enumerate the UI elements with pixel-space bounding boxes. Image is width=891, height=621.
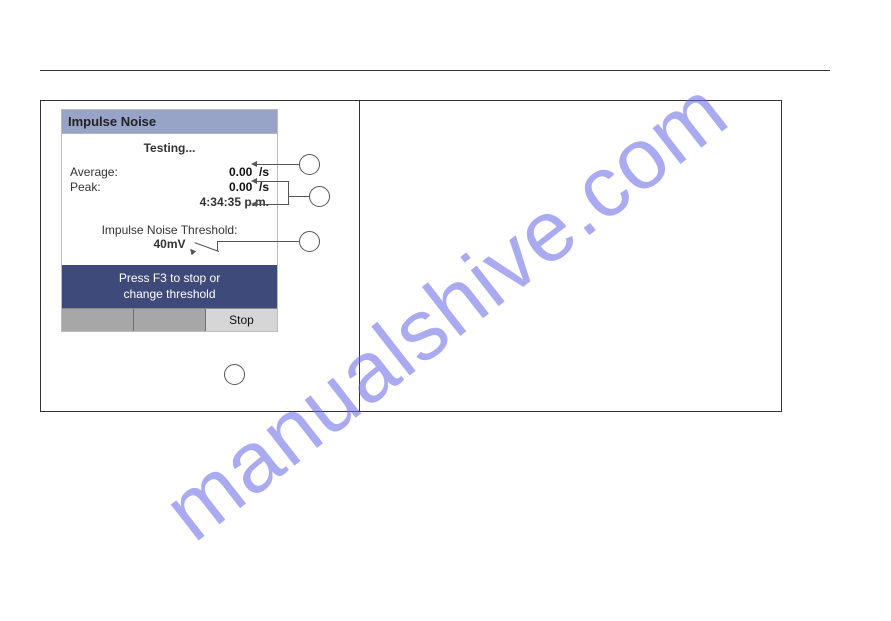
callout-connector bbox=[256, 164, 299, 165]
average-label: Average: bbox=[70, 165, 118, 179]
hint-bar: Press F3 to stop or change threshold bbox=[62, 265, 277, 308]
average-value: 0.00 /s bbox=[229, 165, 269, 179]
callout-circle-2 bbox=[309, 186, 330, 207]
average-row: Average: 0.00 /s bbox=[70, 165, 269, 179]
callout-connector bbox=[288, 196, 309, 197]
hint-line-2: change threshold bbox=[123, 287, 215, 301]
screen-body: Testing... Average: 0.00 /s Peak: 0.00 /… bbox=[62, 134, 277, 265]
screen-title: Impulse Noise bbox=[62, 110, 277, 134]
callout-connector bbox=[256, 204, 288, 205]
softkey-f2[interactable] bbox=[134, 309, 206, 331]
arrow-left-icon bbox=[251, 178, 257, 184]
softkey-row: Stop bbox=[62, 308, 277, 331]
peak-value: 0.00 /s bbox=[229, 180, 269, 194]
threshold-label: Impulse Noise Threshold: bbox=[70, 223, 269, 237]
callout-circle-1 bbox=[299, 154, 320, 175]
callout-circle-3 bbox=[299, 231, 320, 252]
softkey-f3[interactable]: Stop bbox=[206, 309, 277, 331]
callout-circle-4 bbox=[224, 364, 245, 385]
arrow-left-icon bbox=[251, 201, 257, 207]
top-rule bbox=[40, 70, 830, 71]
softkey-f1[interactable] bbox=[62, 309, 134, 331]
status-text: Testing... bbox=[70, 141, 269, 155]
hint-line-1: Press F3 to stop or bbox=[119, 271, 220, 285]
figure-frame: Impulse Noise Testing... Average: 0.00 /… bbox=[40, 100, 782, 412]
callout-connector bbox=[288, 181, 289, 205]
peak-row: Peak: 0.00 /s bbox=[70, 180, 269, 194]
callout-connector bbox=[256, 181, 288, 182]
arrow-left-icon bbox=[251, 161, 257, 167]
device-screen: Impulse Noise Testing... Average: 0.00 /… bbox=[61, 109, 278, 332]
threshold-value: 40mV bbox=[70, 237, 269, 251]
column-divider bbox=[359, 101, 360, 411]
peak-label: Peak: bbox=[70, 180, 101, 194]
callout-connector bbox=[217, 241, 299, 242]
time-value: 4:34:35 p.m. bbox=[70, 195, 269, 209]
